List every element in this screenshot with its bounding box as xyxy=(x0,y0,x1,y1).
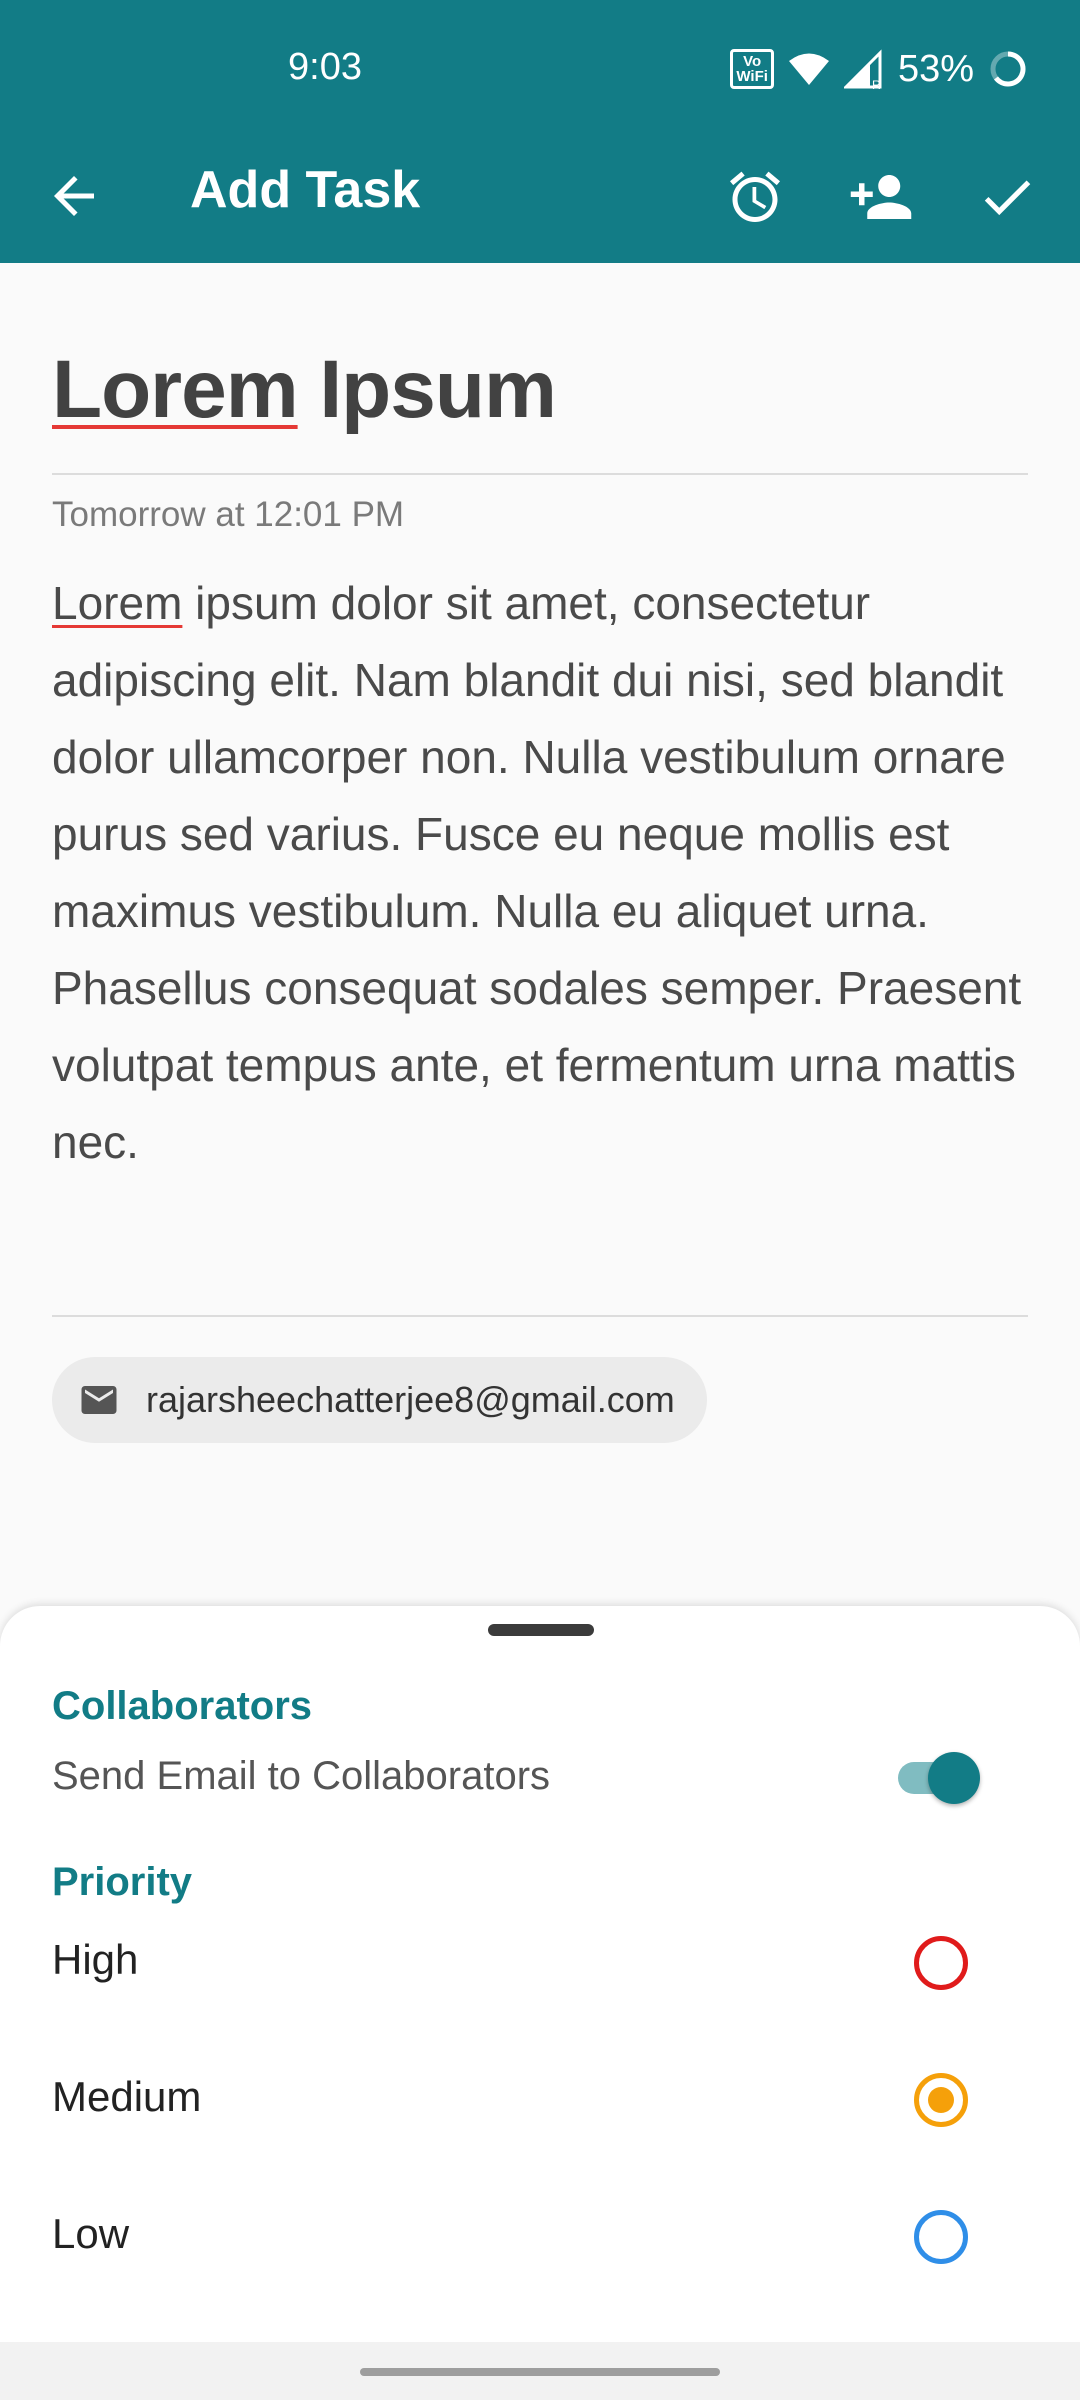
description-rest: ipsum dolor sit amet, consectetur adipis… xyxy=(52,577,1022,1168)
reminder-button[interactable] xyxy=(720,162,790,232)
send-email-toggle[interactable] xyxy=(898,1748,980,1808)
top-bar: 9:03 Vo WiFi R 53% Add Task xyxy=(0,0,1080,263)
toggle-thumb xyxy=(928,1752,980,1804)
status-bar: 9:03 Vo WiFi R 53% xyxy=(0,0,1080,140)
vowifi-icon: Vo WiFi xyxy=(730,49,774,89)
priority-low-label[interactable]: Low xyxy=(52,2210,129,2258)
title-divider xyxy=(52,473,1028,475)
radio-selected-dot xyxy=(928,2087,954,2113)
priority-low-radio[interactable] xyxy=(914,2210,968,2264)
battery-percent: 53% xyxy=(897,47,974,90)
priority-medium-radio[interactable] xyxy=(914,2073,968,2127)
status-time: 9:03 xyxy=(288,46,362,88)
collaborator-email: rajarsheechatterjee8@gmail.com xyxy=(146,1379,675,1420)
priority-high-label[interactable]: High xyxy=(52,1936,138,1984)
app-bar: Add Task xyxy=(0,140,1080,263)
collaborator-chip[interactable]: rajarsheechatterjee8@gmail.com xyxy=(52,1357,707,1443)
check-icon xyxy=(984,180,1031,216)
home-gesture-pill[interactable] xyxy=(360,2368,720,2376)
task-title-misspelled-word: Lorem xyxy=(52,344,299,435)
back-button[interactable] xyxy=(44,166,104,226)
add-collaborator-icon xyxy=(850,175,912,219)
status-icons: Vo WiFi R 53% xyxy=(730,44,1028,94)
svg-text:R: R xyxy=(872,78,881,89)
alarm-icon xyxy=(730,171,780,222)
description-misspelled-word: Lorem xyxy=(52,577,183,629)
wifi-icon xyxy=(788,53,829,85)
system-navigation-bar xyxy=(0,2342,1080,2400)
priority-high-radio[interactable] xyxy=(914,1936,968,1990)
task-description-field[interactable]: Lorem ipsum dolor sit amet, consectetur … xyxy=(52,565,1042,1181)
page-title: Add Task xyxy=(190,161,421,219)
priority-heading: Priority xyxy=(52,1860,193,1904)
save-button[interactable] xyxy=(972,162,1042,232)
description-divider xyxy=(52,1315,1028,1317)
battery-icon xyxy=(990,51,1026,87)
priority-medium-label[interactable]: Medium xyxy=(52,2073,201,2121)
due-date[interactable]: Tomorrow at 12:01 PM xyxy=(52,495,404,535)
sheet-drag-handle[interactable] xyxy=(488,1624,594,1636)
arrow-back-icon xyxy=(54,176,94,216)
collaborators-heading: Collaborators xyxy=(52,1684,313,1728)
email-icon xyxy=(81,1386,117,1414)
task-title-rest: Ipsum xyxy=(297,344,556,435)
cellular-signal-icon: R xyxy=(843,49,882,89)
task-title-field[interactable]: Lorem Ipsum xyxy=(52,343,557,437)
options-bottom-sheet: Collaborators Send Email to Collaborator… xyxy=(0,1606,1080,2342)
send-email-label: Send Email to Collaborators xyxy=(52,1754,551,1798)
add-collaborator-button[interactable] xyxy=(846,162,916,232)
